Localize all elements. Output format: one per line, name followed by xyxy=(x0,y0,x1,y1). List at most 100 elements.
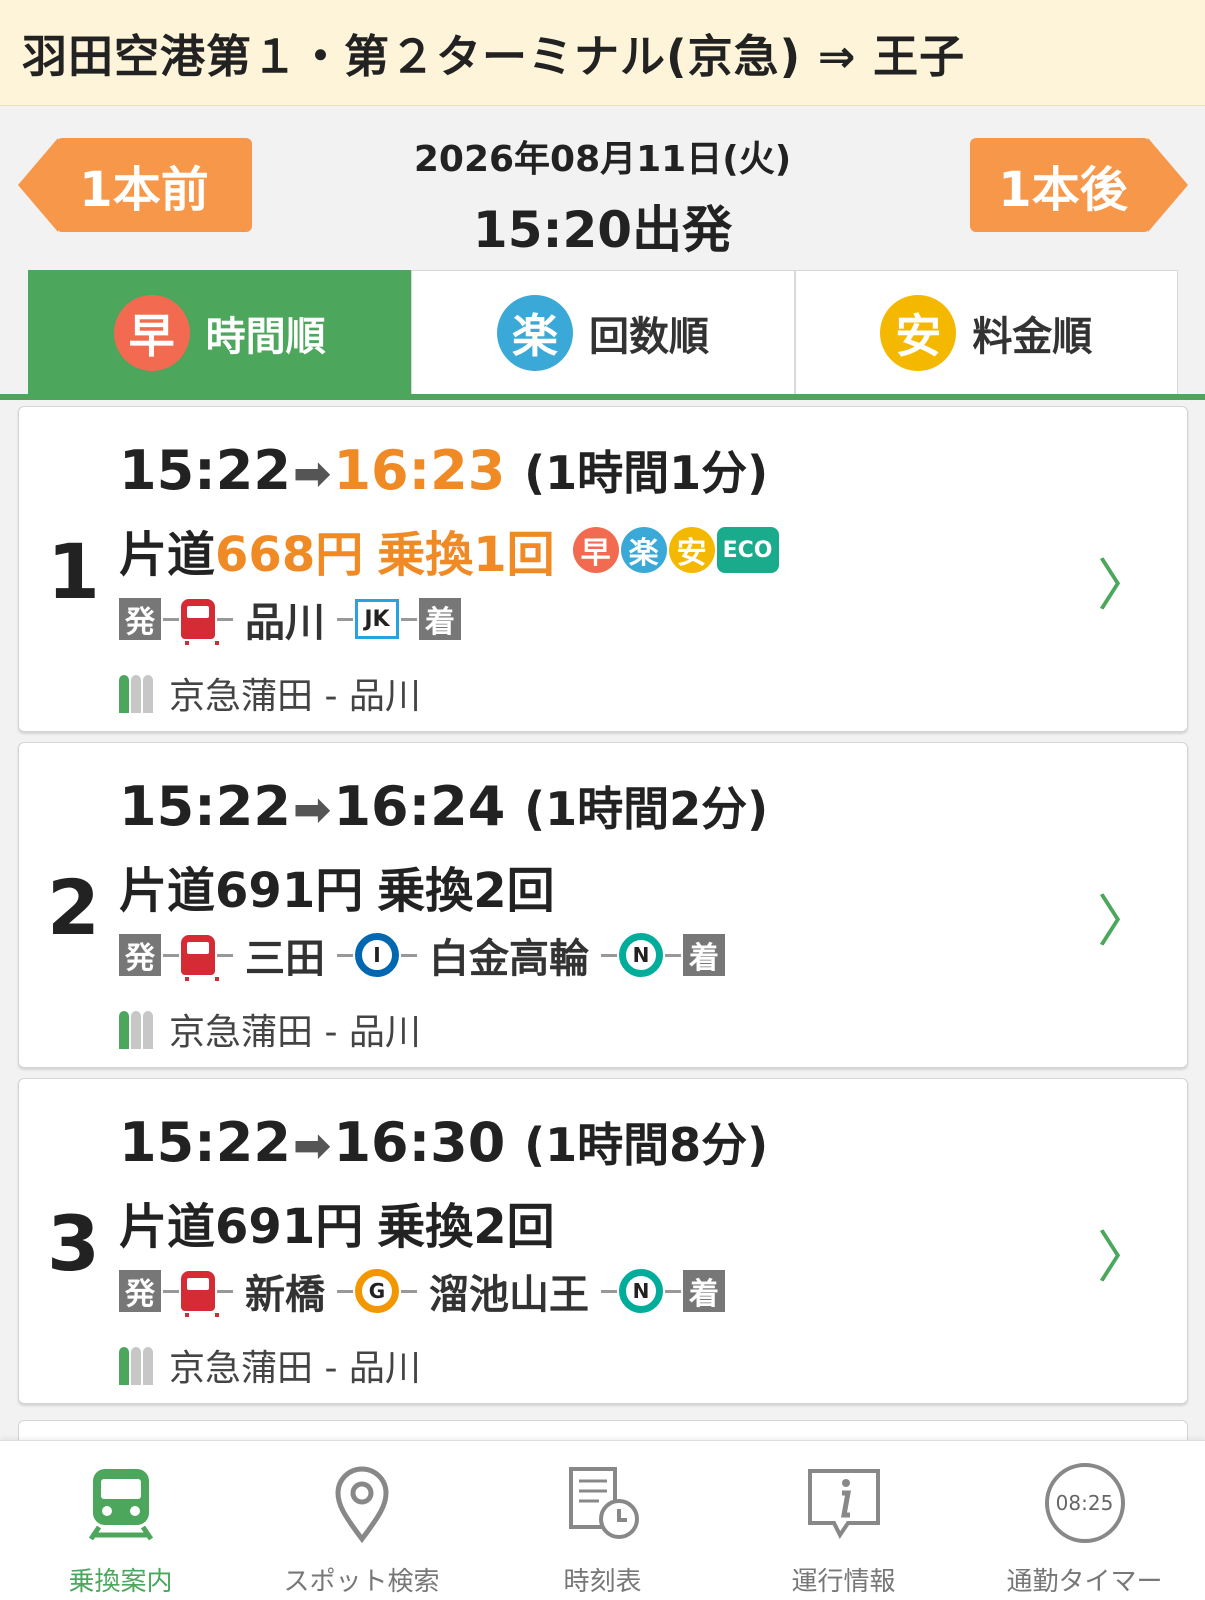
fare-amount: 691円 xyxy=(215,863,364,919)
tab-label: 回数順 xyxy=(588,313,709,360)
cheap-badge-icon: 安 xyxy=(880,294,957,371)
cheap-badge-icon: 安 xyxy=(668,527,715,573)
station-name: 品川 xyxy=(245,600,325,646)
next-train-button[interactable]: 1本後 xyxy=(970,138,1188,232)
arrive-box: 着 xyxy=(419,598,461,640)
fare-amount: 691円 xyxy=(215,1199,364,1255)
duration: (1時間1分) xyxy=(524,446,769,500)
route-fare: 片道 668円 乗換1回 早 楽 安 ECO xyxy=(119,515,779,585)
route-sequence: 発 品川 JK 着 xyxy=(119,597,461,646)
chevron-right-icon: 〉 xyxy=(1097,890,1153,955)
arrow-right-icon: ➡ xyxy=(292,782,332,836)
line-n-icon: N xyxy=(619,1269,663,1313)
depart-box: 発 xyxy=(119,598,161,640)
congestion-icon xyxy=(119,673,155,713)
fare-prefix: 片道 xyxy=(119,863,216,919)
route-fare: 片道 691円 乗換2回 xyxy=(119,1187,555,1257)
route-header: 羽田空港第１・第２ターミナル(京急) ⇒ 王子 xyxy=(0,0,1205,106)
route-fare: 片道 691円 乗換2回 xyxy=(119,851,555,921)
next-train-label: 1本後 xyxy=(998,162,1128,218)
nav-timetable[interactable]: 時刻表 xyxy=(482,1441,723,1600)
train-icon xyxy=(181,599,219,645)
station-name: 溜池山王 xyxy=(429,1272,589,1318)
station-name: 白金高輪 xyxy=(429,936,589,982)
timetable-icon xyxy=(568,1467,639,1539)
depart-time: 15:22 xyxy=(119,775,291,838)
route-times: 15:22➡16:24 (1時間2分) xyxy=(119,773,768,839)
congestion-section: 京急蒲田 - 品川 xyxy=(169,1348,421,1389)
arrive-time: 16:30 xyxy=(333,1111,506,1174)
bottom-navigation: 乗換案内 スポット検索 時刻表 運行情報 08:25 通勤タイマー xyxy=(0,1440,1205,1600)
nav-label: 通勤タイマー xyxy=(1006,1567,1163,1597)
tab-sort-time[interactable]: 早 時間順 xyxy=(28,270,412,394)
route-times: 15:22➡16:30 (1時間8分) xyxy=(119,1109,768,1175)
train-icon xyxy=(181,1271,219,1317)
fare-amount: 668円 xyxy=(215,527,364,583)
train-icon xyxy=(88,1469,153,1541)
arrow-right-icon: ➡ xyxy=(292,446,332,500)
line-g-icon: G xyxy=(355,1269,399,1313)
fast-badge-icon: 早 xyxy=(113,294,190,371)
depart-box: 発 xyxy=(119,1270,161,1312)
sort-tabs: 早 時間順 楽 回数順 安 料金順 xyxy=(28,270,1178,394)
route-card-1[interactable]: 1 15:22➡16:23 (1時間1分) 片道 668円 乗換1回 早 楽 安 … xyxy=(18,406,1188,732)
train-icon xyxy=(181,935,219,981)
line-i-icon: I xyxy=(355,933,399,977)
arrive-box: 着 xyxy=(683,1270,725,1312)
line-jk-icon: JK xyxy=(355,599,399,639)
depart-box: 発 xyxy=(119,934,161,976)
easy-badge-icon: 楽 xyxy=(496,294,573,371)
easy-badge-icon: 楽 xyxy=(620,527,667,573)
route-rank: 1 xyxy=(47,527,100,616)
previous-train-label: 1本前 xyxy=(79,162,209,218)
route-title: 羽田空港第１・第２ターミナル(京急) ⇒ 王子 xyxy=(22,30,966,83)
nav-commute-timer[interactable]: 08:25 通勤タイマー xyxy=(964,1441,1205,1600)
route-times: 15:22➡16:23 (1時間1分) xyxy=(119,437,768,503)
transfer-count: 乗換1回 xyxy=(377,527,555,583)
nav-label: 運行情報 xyxy=(791,1567,896,1597)
tab-underline xyxy=(0,394,1205,400)
chevron-right-icon: 〉 xyxy=(1097,1226,1153,1291)
congestion-icon xyxy=(119,1009,155,1049)
arrive-time: 16:24 xyxy=(333,775,506,838)
depart-time: 15:22 xyxy=(119,439,291,502)
duration: (1時間2分) xyxy=(524,782,769,836)
chevron-right-icon: 〉 xyxy=(1097,554,1153,619)
congestion-info: 京急蒲田 - 品川 xyxy=(119,1003,421,1055)
nav-label: 乗換案内 xyxy=(68,1567,173,1597)
route-rank: 3 xyxy=(47,1199,100,1288)
info-icon xyxy=(807,1469,880,1539)
nav-spot-search[interactable]: スポット検索 xyxy=(241,1441,482,1600)
fast-badge-icon: 早 xyxy=(572,527,619,573)
time-navigation: 1本前 2026年08月11日(火) 15:20出発 1本後 xyxy=(0,106,1205,270)
timer-icon: 08:25 xyxy=(1044,1463,1125,1543)
tab-sort-transfers[interactable]: 楽 回数順 xyxy=(411,270,795,394)
route-sequence: 発 三田 I 白金高輪 N 着 xyxy=(119,933,725,982)
depart-time: 15:22 xyxy=(119,1111,291,1174)
arrow-right-icon: ➡ xyxy=(292,1118,332,1172)
congestion-section: 京急蒲田 - 品川 xyxy=(169,1012,421,1053)
nav-label: スポット検索 xyxy=(283,1567,440,1597)
eco-badge-icon: ECO xyxy=(716,527,779,573)
station-name: 新橋 xyxy=(245,1272,325,1318)
route-sequence: 発 新橋 G 溜池山王 N 着 xyxy=(119,1269,725,1318)
fare-prefix: 片道 xyxy=(119,527,216,583)
congestion-info: 京急蒲田 - 品川 xyxy=(119,667,421,719)
route-card-3[interactable]: 3 15:22➡16:30 (1時間8分) 片道 691円 乗換2回 発 新橋 G… xyxy=(18,1078,1188,1404)
tab-label: 時間順 xyxy=(205,313,326,360)
tab-sort-fare[interactable]: 安 料金順 xyxy=(794,270,1178,394)
congestion-icon xyxy=(119,1345,155,1385)
line-n-icon: N xyxy=(619,933,663,977)
nav-service-info[interactable]: 運行情報 xyxy=(723,1441,964,1600)
tab-label: 料金順 xyxy=(972,313,1093,360)
transfer-count: 乗換2回 xyxy=(377,1199,555,1255)
congestion-section: 京急蒲田 - 品川 xyxy=(169,676,421,717)
route-card-2[interactable]: 2 15:22➡16:24 (1時間2分) 片道 691円 乗換2回 発 三田 I… xyxy=(18,742,1188,1068)
arrive-box: 着 xyxy=(683,934,725,976)
route-rank: 2 xyxy=(47,863,100,952)
arrive-time: 16:23 xyxy=(333,439,506,502)
duration: (1時間8分) xyxy=(524,1118,769,1172)
nav-transit[interactable]: 乗換案内 xyxy=(0,1441,241,1600)
map-pin-icon xyxy=(334,1466,389,1543)
station-name: 三田 xyxy=(245,936,325,982)
